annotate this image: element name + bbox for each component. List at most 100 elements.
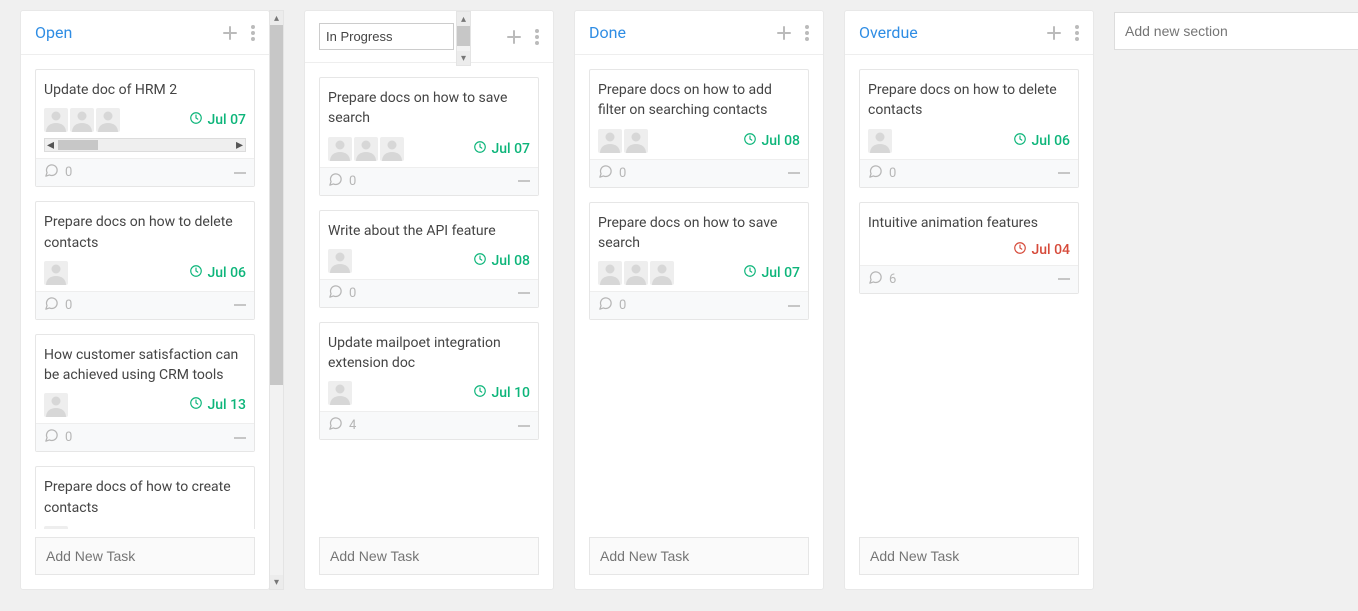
column-title-input[interactable] <box>319 23 454 50</box>
add-task-input[interactable] <box>589 537 809 575</box>
cards-list[interactable]: Prepare docs on how to add filter on sea… <box>575 55 823 529</box>
avatars <box>328 381 352 405</box>
due-date: Jul 13 <box>189 396 246 414</box>
comment-icon <box>598 164 613 183</box>
new-section <box>1114 10 1358 50</box>
task-footer: 0 <box>590 159 808 187</box>
comment-icon <box>868 270 883 289</box>
task-title: Update doc of HRM 2 <box>44 80 246 100</box>
task-card[interactable]: Prepare docs on how to delete contacts Ju… <box>859 69 1079 188</box>
collapse-icon[interactable] <box>788 305 800 307</box>
column-title: Overdue <box>859 23 918 42</box>
comment-count: 0 <box>65 165 72 180</box>
task-card[interactable]: Write about the API featureJul 080 <box>319 210 539 308</box>
collapse-icon[interactable] <box>518 180 530 182</box>
column-menu-icon[interactable] <box>251 25 255 41</box>
add-section-input[interactable] <box>1114 12 1358 50</box>
cards-list[interactable]: Prepare docs on how to delete contacts Ju… <box>845 55 1093 529</box>
task-title: Prepare docs of how to create contacts <box>44 477 246 518</box>
add-card-icon[interactable] <box>777 26 791 40</box>
task-card[interactable]: How customer satisfaction can be achieve… <box>35 334 255 453</box>
avatar <box>354 137 378 161</box>
add-task-input[interactable] <box>35 537 255 575</box>
task-title: How customer satisfaction can be achieve… <box>44 345 246 386</box>
avatar <box>70 108 94 132</box>
due-date: Jul 10 <box>473 384 530 402</box>
title-edit-scrollbar[interactable]: ▴▾ <box>456 11 471 66</box>
task-card[interactable]: Prepare docs of how to create contactsJu… <box>35 466 255 529</box>
column-title: Open <box>35 23 72 42</box>
task-footer: 0 <box>320 167 538 195</box>
column-title: Done <box>589 23 626 42</box>
comment-count: 6 <box>889 272 896 287</box>
add-task-input[interactable] <box>859 537 1079 575</box>
comment-icon <box>44 163 59 182</box>
avatar <box>598 261 622 285</box>
avatars <box>868 129 892 153</box>
avatar <box>328 249 352 273</box>
column-menu-icon[interactable] <box>1075 25 1079 41</box>
task-title: Prepare docs on how to delete contacts <box>868 80 1070 121</box>
clock-icon <box>743 132 757 150</box>
avatars <box>328 137 404 161</box>
task-footer: 4 <box>320 411 538 439</box>
comment-icon <box>328 172 343 191</box>
comment-count: 0 <box>619 166 626 181</box>
task-card[interactable]: Prepare docs on how to delete contactsJu… <box>35 201 255 320</box>
task-title: Prepare docs on how to save search <box>328 88 530 129</box>
avatar <box>624 261 648 285</box>
avatars <box>598 129 648 153</box>
due-date: Jul 07 <box>743 264 800 282</box>
task-card[interactable]: Update mailpoet integration extension do… <box>319 322 539 441</box>
add-card-icon[interactable] <box>507 30 521 44</box>
column-header <box>305 11 553 63</box>
due-date: Jul 08 <box>743 132 800 150</box>
column-scrollbar[interactable]: ▴▾ <box>269 10 284 590</box>
task-footer: 0 <box>36 158 254 186</box>
due-date: Jul 06 <box>1013 132 1070 150</box>
clock-icon <box>743 264 757 282</box>
clock-icon <box>473 252 487 270</box>
clock-icon <box>189 264 203 282</box>
column-menu-icon[interactable] <box>535 29 539 45</box>
task-title: Intuitive animation features <box>868 213 1070 233</box>
task-card[interactable]: Intuitive animation featuresJul 046 <box>859 202 1079 294</box>
collapse-icon[interactable] <box>788 172 800 174</box>
collapse-icon[interactable] <box>518 292 530 294</box>
task-title: Prepare docs on how to save search <box>598 213 800 254</box>
column-header: Open <box>21 11 269 55</box>
avatars <box>44 108 120 132</box>
collapse-icon[interactable] <box>234 172 246 174</box>
card-h-scrollbar[interactable]: ◂▸ <box>44 138 246 152</box>
comment-count: 0 <box>349 174 356 189</box>
comment-icon <box>44 296 59 315</box>
task-footer: 0 <box>860 159 1078 187</box>
task-title: Prepare docs on how to delete contacts <box>44 212 246 253</box>
collapse-icon[interactable] <box>518 425 530 427</box>
collapse-icon[interactable] <box>234 437 246 439</box>
clock-icon <box>473 384 487 402</box>
cards-list[interactable]: Update doc of HRM 2Jul 07◂▸0Prepare docs… <box>21 55 269 529</box>
collapse-icon[interactable] <box>234 304 246 306</box>
task-card[interactable]: Prepare docs on how to add filter on sea… <box>589 69 809 188</box>
add-card-icon[interactable] <box>1047 26 1061 40</box>
collapse-icon[interactable] <box>1058 278 1070 280</box>
task-card[interactable]: Prepare docs on how to save search Jul 07… <box>589 202 809 321</box>
add-task-input[interactable] <box>319 537 539 575</box>
comment-count: 0 <box>889 166 896 181</box>
comment-icon <box>328 284 343 303</box>
task-card[interactable]: Prepare docs on how to save searchJul 07… <box>319 77 539 196</box>
avatar <box>380 137 404 161</box>
kanban-board: OpenUpdate doc of HRM 2Jul 07◂▸0Prepare … <box>20 10 1358 590</box>
clock-icon <box>189 111 203 129</box>
collapse-icon[interactable] <box>1058 172 1070 174</box>
task-footer: 0 <box>590 291 808 319</box>
task-card[interactable]: Update doc of HRM 2Jul 07◂▸0 <box>35 69 255 187</box>
clock-icon <box>1013 132 1027 150</box>
column-menu-icon[interactable] <box>805 25 809 41</box>
task-footer: 6 <box>860 265 1078 293</box>
add-card-icon[interactable] <box>223 26 237 40</box>
column-open: OpenUpdate doc of HRM 2Jul 07◂▸0Prepare … <box>20 10 284 590</box>
cards-list[interactable]: Prepare docs on how to save searchJul 07… <box>305 63 553 529</box>
clock-icon <box>473 140 487 158</box>
